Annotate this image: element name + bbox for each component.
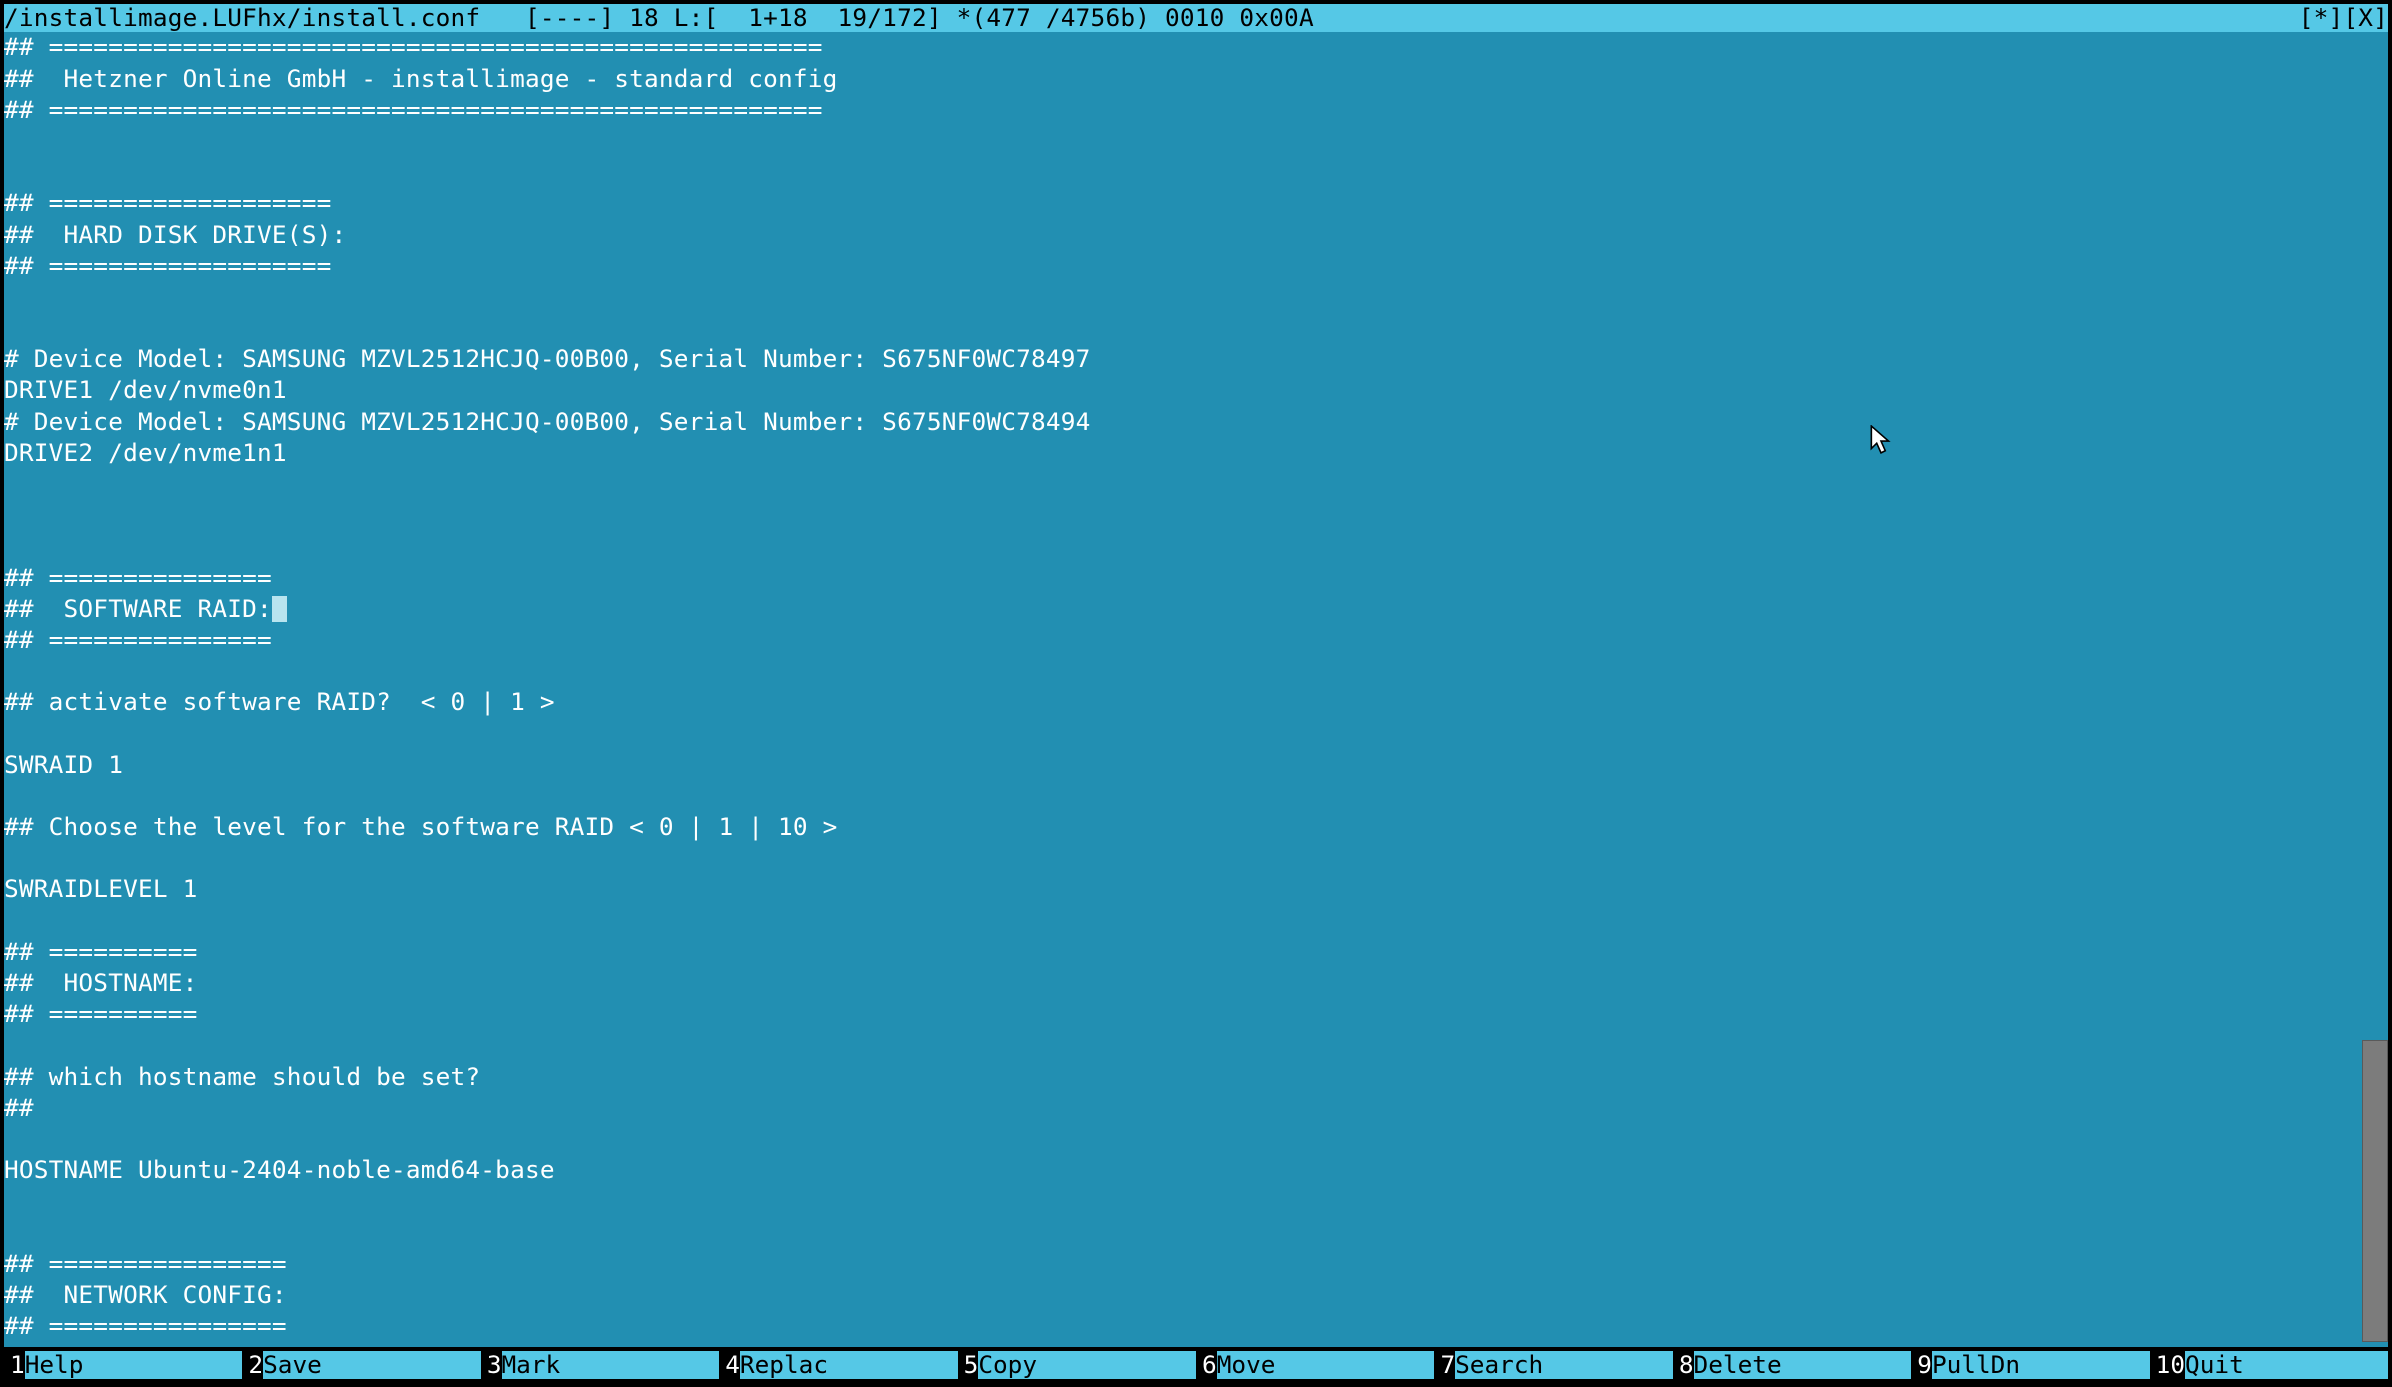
titlebar-left: /installimage.LUFhx/install.conf [----] … — [4, 6, 1314, 30]
editor-line[interactable]: ## Hetzner Online GmbH - installimage - … — [4, 63, 2364, 94]
fkey-search[interactable]: 7Search — [1434, 1351, 1672, 1379]
fkey-number: 6 — [1196, 1353, 1217, 1377]
editor-line[interactable]: DRIVE2 /dev/nvme1n1 — [4, 437, 2364, 468]
fkey-delete[interactable]: 8Delete — [1673, 1351, 1911, 1379]
fkey-label: Search — [1455, 1351, 1673, 1379]
editor-line[interactable]: ## ========== — [4, 936, 2364, 967]
fkey-pulldn[interactable]: 9PullDn — [1911, 1351, 2149, 1379]
editor-line[interactable]: ## =====================================… — [4, 32, 2364, 63]
fkey-number: 10 — [2150, 1353, 2185, 1377]
editor-line[interactable]: SWRAIDLEVEL 1 — [4, 874, 2364, 905]
fkey-number: 1 — [4, 1353, 25, 1377]
editor-line[interactable]: ## =============== — [4, 625, 2364, 656]
editor-line[interactable] — [4, 500, 2364, 531]
editor-line[interactable] — [4, 656, 2364, 687]
editor-line[interactable] — [4, 781, 2364, 812]
function-key-bar: 1Help2Save3Mark4Replac5Copy6Move7Search8… — [4, 1351, 2388, 1379]
editor-line[interactable] — [4, 1186, 2364, 1217]
fkey-replac[interactable]: 4Replac — [719, 1351, 957, 1379]
fkey-label: Save — [263, 1351, 481, 1379]
fkey-number: 3 — [481, 1353, 502, 1377]
editor-line[interactable] — [4, 157, 2364, 188]
fkey-move[interactable]: 6Move — [1196, 1351, 1434, 1379]
editor-line[interactable]: ## =================== — [4, 188, 2364, 219]
fkey-label: Copy — [978, 1351, 1196, 1379]
editor-line[interactable] — [4, 843, 2364, 874]
fkey-help[interactable]: 1Help — [4, 1351, 242, 1379]
editor-line[interactable]: # Device Model: SAMSUNG MZVL2512HCJQ-00B… — [4, 344, 2364, 375]
editor-line[interactable]: ## =================== — [4, 250, 2364, 281]
editor-line[interactable]: ## =============== — [4, 562, 2364, 593]
fkey-label: Replac — [740, 1351, 958, 1379]
scrollbar-thumb[interactable] — [2362, 1040, 2388, 1342]
editor-line[interactable]: ## HOSTNAME: — [4, 968, 2364, 999]
fkey-label: Mark — [502, 1351, 720, 1379]
editor-line[interactable] — [4, 718, 2364, 749]
editor-line[interactable] — [4, 282, 2364, 313]
editor-line[interactable] — [4, 905, 2364, 936]
editor-line[interactable] — [4, 313, 2364, 344]
fkey-number: 7 — [1434, 1353, 1455, 1377]
fkey-copy[interactable]: 5Copy — [958, 1351, 1196, 1379]
text-cursor — [272, 596, 287, 622]
editor-titlebar: /installimage.LUFhx/install.conf [----] … — [4, 4, 2388, 32]
fkey-number: 4 — [719, 1353, 740, 1377]
fkey-label: Move — [1217, 1351, 1435, 1379]
editor-line[interactable]: # Device Model: SAMSUNG MZVL2512HCJQ-00B… — [4, 406, 2364, 437]
editor-line[interactable]: ## — [4, 1092, 2364, 1123]
fkey-number: 5 — [958, 1353, 979, 1377]
terminal-screen: /installimage.LUFhx/install.conf [----] … — [0, 0, 2392, 1387]
editor-viewport[interactable]: ## =====================================… — [4, 32, 2364, 1347]
titlebar-right: [*][X] — [2299, 6, 2388, 30]
editor-line[interactable]: ## ================ — [4, 1311, 2364, 1342]
editor-line[interactable]: ## ================ — [4, 1248, 2364, 1279]
fkey-save[interactable]: 2Save — [242, 1351, 480, 1379]
editor-line[interactable] — [4, 126, 2364, 157]
editor-line[interactable]: ## which hostname should be set? — [4, 1061, 2364, 1092]
editor-line[interactable]: ## SOFTWARE RAID: — [4, 593, 2364, 624]
editor-line[interactable]: ## NETWORK CONFIG: — [4, 1280, 2364, 1311]
editor-line[interactable]: SWRAID 1 — [4, 749, 2364, 780]
editor-line[interactable] — [4, 1217, 2364, 1248]
fkey-quit[interactable]: 10Quit — [2150, 1351, 2388, 1379]
fkey-number: 8 — [1673, 1353, 1694, 1377]
fkey-number: 9 — [1911, 1353, 1932, 1377]
editor-line[interactable]: DRIVE1 /dev/nvme0n1 — [4, 375, 2364, 406]
editor-line[interactable] — [4, 1124, 2364, 1155]
editor-line[interactable] — [4, 1030, 2364, 1061]
editor-line[interactable]: ## ========== — [4, 999, 2364, 1030]
fkey-mark[interactable]: 3Mark — [481, 1351, 719, 1379]
editor-line[interactable] — [4, 531, 2364, 562]
editor-line[interactable]: HOSTNAME Ubuntu-2404-noble-amd64-base — [4, 1155, 2364, 1186]
editor-line[interactable]: ## =====================================… — [4, 94, 2364, 125]
editor-line[interactable]: ## Choose the level for the software RAI… — [4, 812, 2364, 843]
editor-line[interactable]: ## HARD DISK DRIVE(S): — [4, 219, 2364, 250]
fkey-number: 2 — [242, 1353, 263, 1377]
fkey-label: PullDn — [1932, 1351, 2150, 1379]
fkey-label: Quit — [2185, 1351, 2388, 1379]
editor-line[interactable] — [4, 469, 2364, 500]
fkey-label: Delete — [1694, 1351, 1912, 1379]
editor-line[interactable]: ## activate software RAID? < 0 | 1 > — [4, 687, 2364, 718]
fkey-label: Help — [25, 1351, 243, 1379]
